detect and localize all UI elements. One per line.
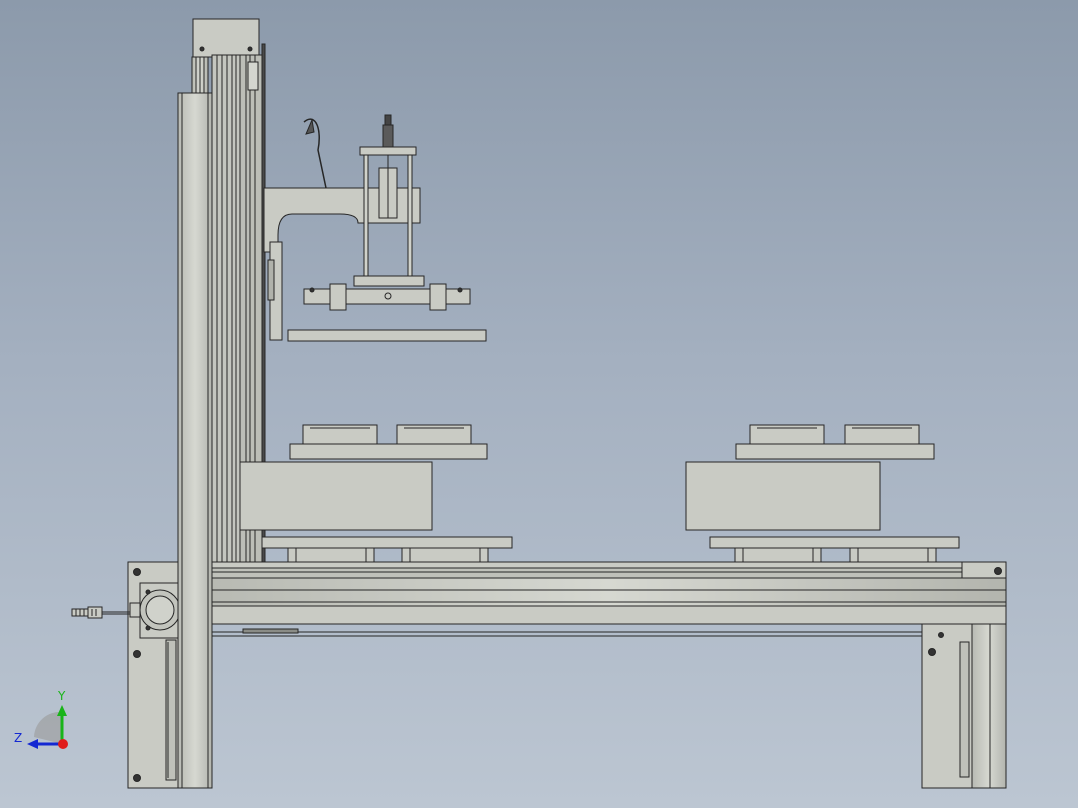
right-base-leg <box>921 623 1007 789</box>
vertical-column <box>177 18 266 789</box>
right-lift-table <box>685 424 960 575</box>
y-axis-label: Y <box>57 689 66 703</box>
drive-motor <box>71 582 181 639</box>
cad-viewport[interactable]: Y Z <box>0 0 1078 808</box>
triad-plane-indicator <box>34 711 62 744</box>
press-head-assembly <box>263 114 487 342</box>
x-axis-dot <box>58 739 68 749</box>
model-geometry <box>71 18 1007 789</box>
left-lift-table <box>239 424 513 575</box>
horizontal-rail <box>211 561 1007 637</box>
axis-triad[interactable]: Y Z <box>14 689 68 749</box>
z-axis-label: Z <box>14 731 22 745</box>
cad-model-view[interactable]: Y Z <box>0 0 1078 808</box>
